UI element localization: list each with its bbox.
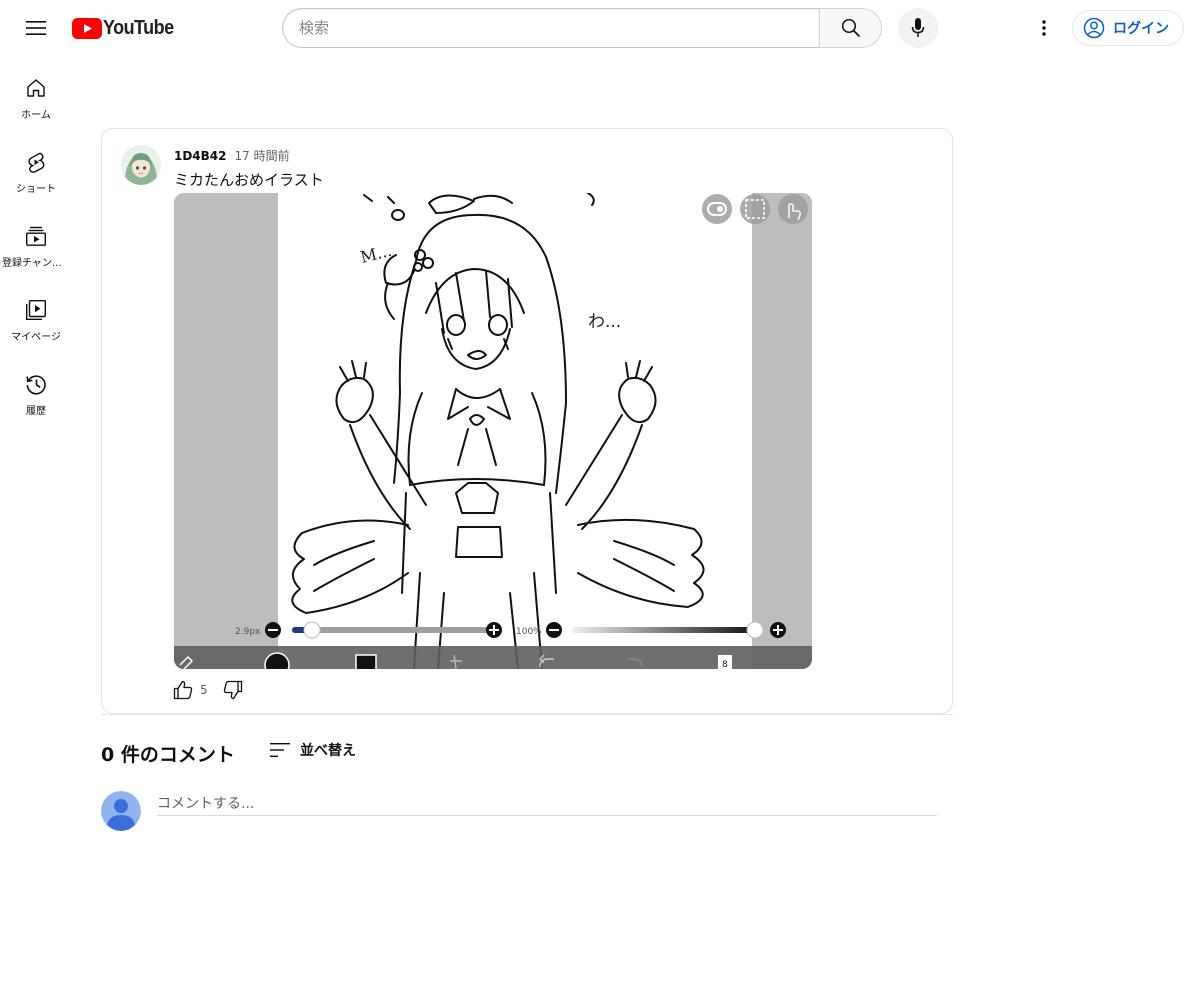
guide-label: 履歴 bbox=[26, 406, 46, 417]
guide-item-home[interactable]: ホーム bbox=[0, 60, 72, 134]
masthead: YouTube ログイン bbox=[0, 0, 1200, 56]
you-icon bbox=[24, 298, 48, 322]
logo-wordmark: YouTube bbox=[103, 16, 174, 39]
author-name[interactable]: 1D4B42 bbox=[174, 149, 227, 163]
guide-label: 登録チャンネル bbox=[2, 258, 70, 269]
voice-search-button[interactable] bbox=[898, 8, 938, 48]
settings-menu-button[interactable] bbox=[1024, 8, 1064, 48]
youtube-play-icon bbox=[72, 17, 102, 39]
opacity-label: 100% bbox=[516, 627, 542, 637]
section-divider bbox=[101, 714, 953, 715]
author-avatar-image bbox=[121, 145, 161, 185]
like-count: 5 bbox=[200, 683, 208, 697]
guide-menu-button[interactable] bbox=[16, 8, 56, 48]
microphone-icon bbox=[911, 18, 925, 37]
post-header: 1D4B42 17 時間前 bbox=[174, 147, 290, 164]
post-actions: 5 bbox=[172, 679, 244, 701]
comment-input[interactable] bbox=[157, 792, 937, 816]
sort-label: 並べ替え bbox=[300, 743, 356, 759]
brush-size-label: 2.9px bbox=[235, 627, 261, 637]
more-vert-icon bbox=[1042, 20, 1046, 36]
thumbs-up-icon bbox=[173, 680, 193, 700]
guide-item-history[interactable]: 履歴 bbox=[0, 356, 72, 430]
default-avatar-icon bbox=[101, 791, 141, 831]
search-input[interactable] bbox=[282, 8, 819, 48]
author-avatar[interactable] bbox=[121, 145, 161, 185]
guide-item-subscriptions[interactable]: 登録チャンネル bbox=[0, 208, 72, 282]
published-time[interactable]: 17 時間前 bbox=[235, 147, 290, 164]
shorts-icon bbox=[24, 150, 48, 174]
guide-label: マイページ bbox=[11, 332, 61, 343]
history-icon bbox=[24, 372, 48, 396]
account-icon bbox=[1083, 17, 1105, 39]
signin-label: ログイン bbox=[1113, 21, 1169, 37]
mini-guide: ホーム ショート 登録チャンネル マイページ 履歴 bbox=[0, 60, 72, 430]
community-post: 1D4B42 17 時間前 ミカたんおめイラスト M... わ... 2.9px… bbox=[101, 128, 953, 714]
layer-count: 8 bbox=[722, 660, 728, 669]
youtube-logo[interactable]: YouTube bbox=[72, 17, 181, 39]
sort-icon bbox=[270, 743, 290, 757]
hamburger-icon bbox=[26, 21, 46, 35]
guide-label: ホーム bbox=[21, 110, 51, 121]
guide-item-shorts[interactable]: ショート bbox=[0, 134, 72, 208]
comments-count: 0 件のコメント bbox=[101, 744, 235, 766]
post-text: ミカたんおめイラスト bbox=[174, 171, 324, 189]
home-icon bbox=[24, 76, 48, 100]
guide-label: ショート bbox=[16, 184, 56, 195]
guide-item-you[interactable]: マイページ bbox=[0, 282, 72, 356]
subscriptions-icon bbox=[24, 224, 48, 248]
default-avatar bbox=[101, 791, 141, 831]
signin-button[interactable]: ログイン bbox=[1072, 10, 1184, 46]
illustration-sketch: M... わ... 2.9px 100% 8 bbox=[174, 193, 812, 669]
search-icon bbox=[841, 18, 860, 38]
post-image[interactable]: M... わ... 2.9px 100% 8 bbox=[174, 193, 812, 669]
search-button[interactable] bbox=[819, 8, 882, 48]
handwritten-note-wa: わ... bbox=[588, 312, 621, 332]
image-tool-icons bbox=[702, 194, 808, 224]
dislike-button[interactable] bbox=[222, 679, 244, 701]
search-box bbox=[282, 8, 882, 48]
sort-button[interactable]: 並べ替え bbox=[270, 740, 356, 760]
like-button[interactable] bbox=[172, 679, 194, 701]
thumbs-down-icon bbox=[223, 680, 242, 700]
